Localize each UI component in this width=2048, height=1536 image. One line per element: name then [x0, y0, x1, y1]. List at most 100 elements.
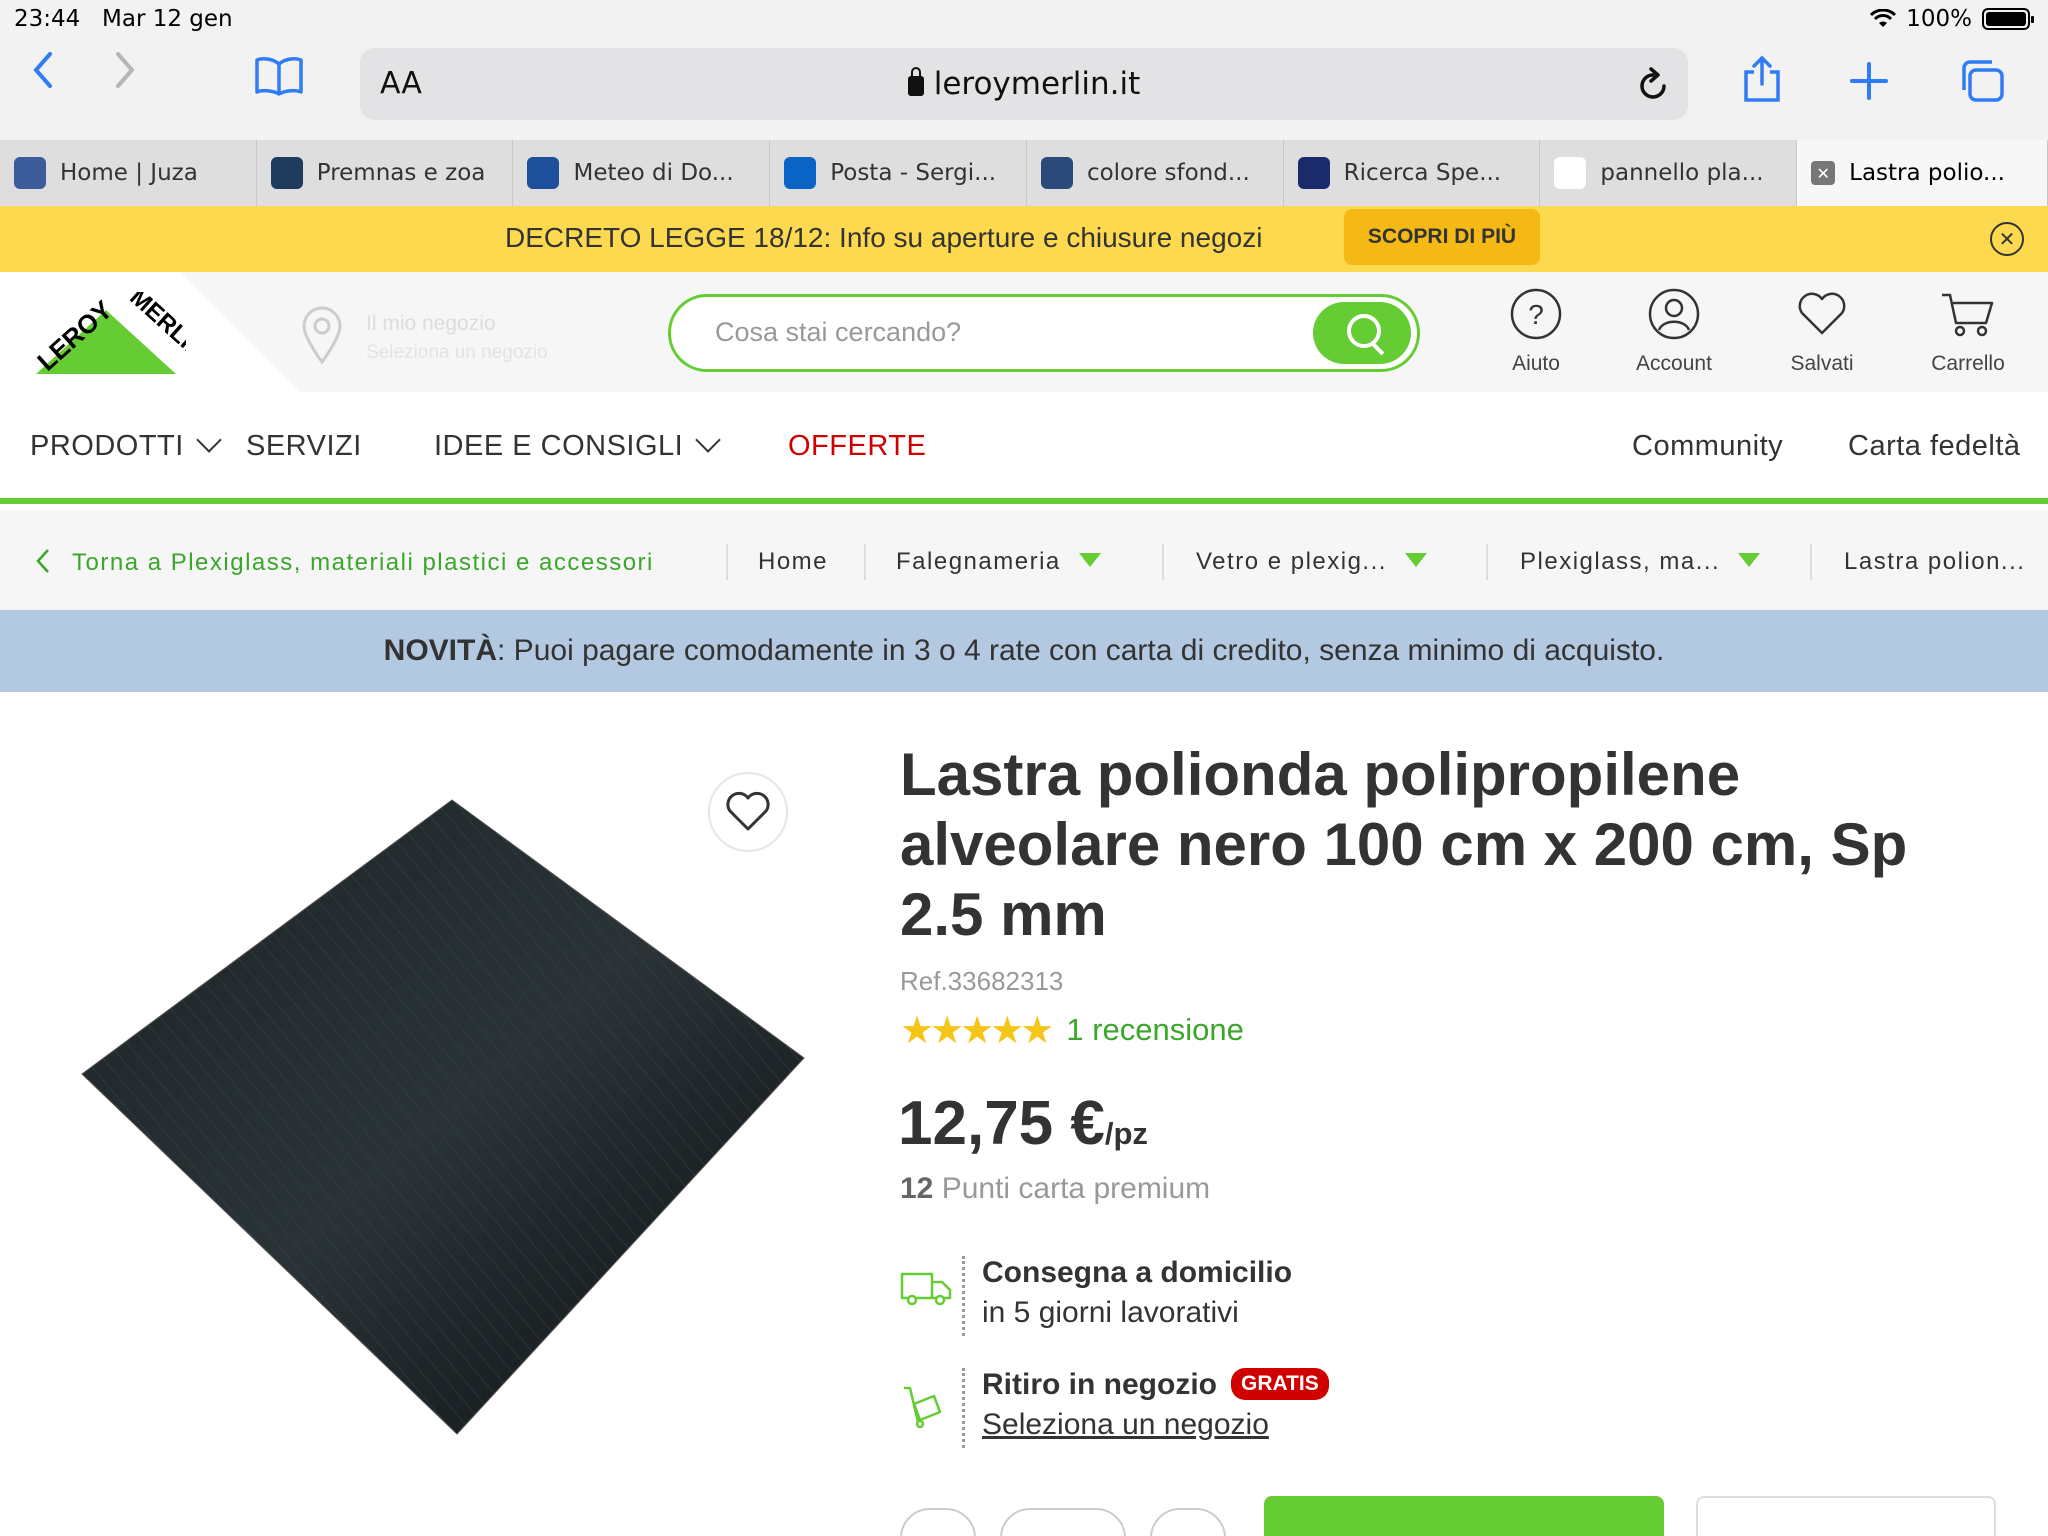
- dropdown-triangle-icon: [1404, 553, 1427, 567]
- tab-label: Posta - Sergi...: [830, 160, 997, 186]
- store-label: Il mio negozio: [366, 312, 496, 335]
- browser-tab[interactable]: Premnas e zoa: [257, 140, 514, 206]
- account-button[interactable]: Account: [1614, 286, 1734, 376]
- tab-label: colore sfond...: [1086, 160, 1250, 186]
- rating: ★★★★★ 1 recensione: [900, 1008, 1244, 1052]
- reviews-link[interactable]: 1 recensione: [1066, 1012, 1244, 1048]
- status-bar: 23:44 Mar 12 gen 100%: [0, 0, 2048, 40]
- cart-icon: [1942, 293, 1994, 337]
- leroy-merlin-logo-icon: LEROY MERLIN: [31, 292, 186, 376]
- notice-text: : Puoi pagare comodamente in 3 o 4 rate …: [497, 634, 1665, 667]
- svg-text:?: ?: [1528, 299, 1544, 330]
- delivery-sub: in 5 giorni lavorativi: [982, 1296, 1239, 1329]
- saved-button[interactable]: Salvati: [1762, 286, 1882, 376]
- wifi-icon: [1870, 9, 1897, 27]
- favicon-icon: [14, 157, 46, 189]
- chevron-left-icon: [36, 549, 49, 573]
- favicon-icon: [784, 157, 817, 189]
- tab-label: Lastra polio...: [1849, 160, 2005, 186]
- heart-icon: [726, 791, 770, 831]
- status-time: 23:44: [14, 6, 81, 32]
- browser-tab[interactable]: Meteo di Do...: [513, 140, 771, 206]
- help-label: Aiuto: [1512, 352, 1560, 375]
- nav-community[interactable]: Community: [1632, 430, 1783, 463]
- close-tab-icon[interactable]: ✕: [1811, 161, 1836, 185]
- browser-tab[interactable]: ✕ Lastra polio...: [1797, 140, 2048, 206]
- promo-banner: DECRETO LEGGE 18/12: Info su aperture e …: [0, 206, 2048, 272]
- dropdown-triangle-icon: [1738, 553, 1761, 567]
- search-button[interactable]: [1313, 302, 1411, 364]
- status-date: Mar 12 gen: [102, 6, 233, 32]
- search-field[interactable]: Cosa stai cercando?: [668, 294, 1420, 372]
- help-icon: ?: [1510, 288, 1562, 340]
- browser-tab[interactable]: colore sfond...: [1027, 140, 1284, 206]
- close-banner-icon[interactable]: ✕: [1990, 222, 2024, 256]
- free-badge: GRATIS: [1230, 1368, 1329, 1400]
- tab-label: Home | Juza: [60, 160, 198, 186]
- quantity-input[interactable]: [1000, 1508, 1126, 1536]
- saved-label: Salvati: [1790, 352, 1854, 375]
- add-to-cart-button[interactable]: [1264, 1496, 1664, 1536]
- breadcrumb-vetro[interactable]: Vetro e plexig...: [1196, 548, 1427, 576]
- new-tab-icon[interactable]: [1850, 62, 1888, 100]
- product-price: 12,75 €/pz: [898, 1089, 1148, 1158]
- account-icon: [1648, 288, 1700, 340]
- tabs-icon[interactable]: [1958, 58, 2006, 104]
- select-store-link[interactable]: Seleziona un negozio: [982, 1408, 1269, 1442]
- notice-bold: NOVITÀ: [383, 634, 498, 667]
- breadcrumb-falegnameria[interactable]: Falegnameria: [896, 548, 1101, 576]
- bookmarks-icon[interactable]: [254, 56, 304, 96]
- browser-tab[interactable]: pannello pla...: [1540, 140, 1798, 206]
- status-right: 100%: [1870, 6, 2034, 32]
- breadcrumb-plexiglass[interactable]: Plexiglass, ma...: [1520, 548, 1761, 576]
- delivery-title: Consegna a domicilio: [982, 1256, 1293, 1289]
- tab-label: Meteo di Do...: [573, 160, 734, 186]
- help-button[interactable]: ? Aiuto: [1476, 286, 1596, 376]
- back-icon[interactable]: [30, 50, 54, 90]
- browser-tab[interactable]: Home | Juza: [0, 140, 257, 206]
- nav-offerte[interactable]: OFFERTE: [788, 430, 926, 463]
- secondary-action-button[interactable]: [1696, 1496, 1996, 1536]
- cart-button[interactable]: Carrello: [1908, 286, 2028, 376]
- nav-carta-fedelta[interactable]: Carta fedeltà: [1848, 430, 2021, 463]
- tab-label: pannello pla...: [1600, 160, 1764, 186]
- dropdown-triangle-icon: [1078, 553, 1101, 567]
- product-image[interactable]: [60, 790, 820, 1440]
- forward-icon[interactable]: [114, 50, 138, 90]
- share-icon[interactable]: [1742, 54, 1782, 104]
- url-display[interactable]: leroymerlin.it: [360, 66, 1688, 102]
- nav-idee[interactable]: IDEE E CONSIGLI: [434, 427, 721, 463]
- favicon-icon: [1040, 157, 1073, 189]
- favicon-icon: [1297, 157, 1330, 189]
- url-text: leroymerlin.it: [933, 66, 1141, 102]
- store-sub: Seleziona un negozio: [366, 342, 548, 363]
- browser-tab[interactable]: Posta - Sergi...: [770, 140, 1027, 206]
- product-ref: Ref.33682313: [900, 966, 1064, 996]
- battery-percent: 100%: [1906, 6, 1972, 32]
- address-bar[interactable]: AA leroymerlin.it: [360, 48, 1688, 120]
- browser-tab[interactable]: Ricerca Spe...: [1284, 140, 1541, 206]
- logo[interactable]: LEROY MERLIN: [0, 272, 300, 392]
- breadcrumb-home[interactable]: Home: [758, 548, 828, 576]
- wishlist-button[interactable]: [708, 772, 788, 852]
- quantity-plus-button[interactable]: [1150, 1508, 1226, 1536]
- breadcrumb-back[interactable]: Torna a Plexiglass, materiali plastici e…: [36, 548, 654, 577]
- breadcrumb-current: Lastra polion...: [1844, 548, 2026, 575]
- chevron-down-icon: [196, 427, 222, 453]
- nav-servizi[interactable]: SERVIZI: [246, 430, 362, 463]
- rating-stars-icon: ★★★★★: [900, 1008, 1054, 1052]
- nav-prodotti[interactable]: PRODOTTI: [30, 427, 222, 463]
- premium-points: 12 Punti carta premium: [900, 1172, 1211, 1205]
- pickup-title: Ritiro in negozio GRATIS: [982, 1368, 1329, 1402]
- quantity-minus-button[interactable]: [900, 1508, 976, 1536]
- breadcrumb: Torna a Plexiglass, materiali plastici e…: [0, 510, 2048, 610]
- reload-icon[interactable]: [1636, 66, 1670, 102]
- location-pin-icon: [302, 306, 342, 364]
- cart-label: Carrello: [1931, 352, 2005, 375]
- favicon-icon: [1554, 157, 1587, 189]
- favicon-icon: [270, 157, 303, 189]
- truck-icon: [900, 1272, 952, 1306]
- scopri-button[interactable]: SCOPRI DI PIÙ: [1344, 209, 1540, 265]
- chevron-down-icon: [695, 427, 721, 453]
- product-title: Lastra polionda polipropilene alveolare …: [900, 741, 1908, 948]
